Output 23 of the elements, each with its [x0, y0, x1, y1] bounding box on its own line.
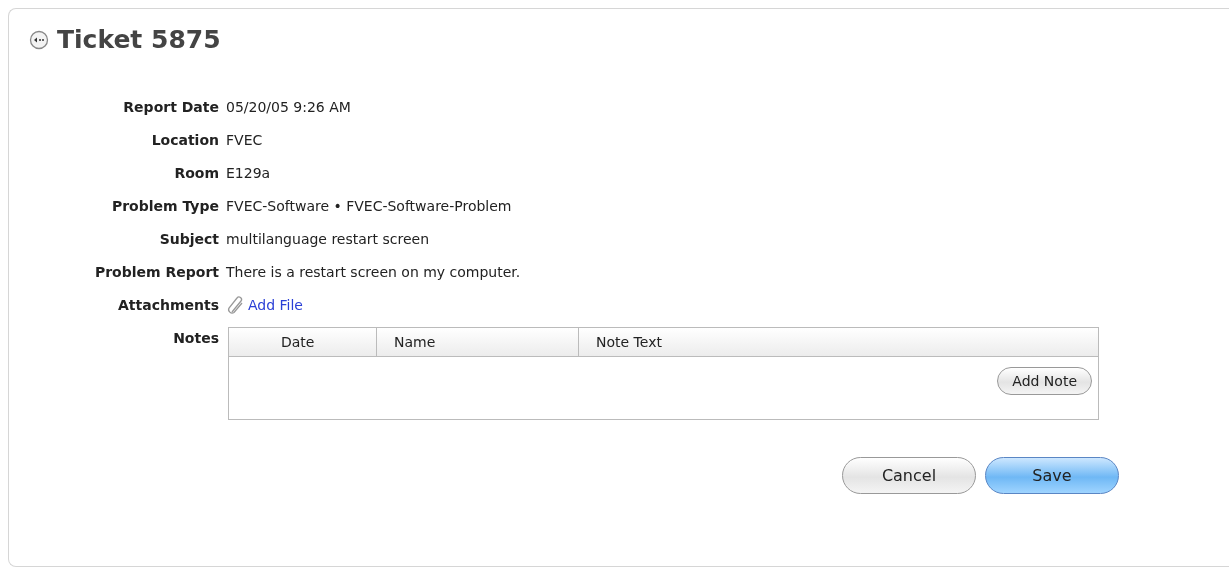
column-header[interactable]: Note Text: [578, 328, 1098, 356]
ticket-title: Ticket 5875: [57, 25, 221, 54]
field-label: Problem Type: [111, 197, 219, 216]
field-label: Subject: [159, 230, 219, 249]
field-label: Location: [151, 131, 219, 150]
field-value: FVEC: [226, 131, 263, 150]
column-header[interactable]: Date: [229, 328, 376, 356]
field-label: Report Date: [123, 98, 219, 117]
save-button[interactable]: Save: [985, 457, 1119, 494]
field-value: There is a restart screen on my computer.: [226, 263, 521, 282]
add-note-button[interactable]: Add Note: [997, 367, 1092, 395]
field-value: multilanguage restart screen: [226, 230, 430, 249]
field-value: E129a: [226, 164, 271, 183]
field-label: Problem Report: [94, 263, 219, 282]
field-label: Notes: [173, 329, 219, 348]
back-icon[interactable]: [29, 29, 49, 50]
field-value: 05/20/05 9:26 AM: [226, 98, 351, 117]
cancel-button[interactable]: Cancel: [842, 457, 976, 494]
field-label: Room: [174, 164, 219, 183]
add-file-link[interactable]: Add File: [248, 297, 303, 313]
column-header[interactable]: Name: [376, 328, 578, 356]
field-value: FVEC-Software • FVEC-Software-Problem: [226, 197, 512, 216]
field-label: Attachments: [118, 296, 219, 315]
